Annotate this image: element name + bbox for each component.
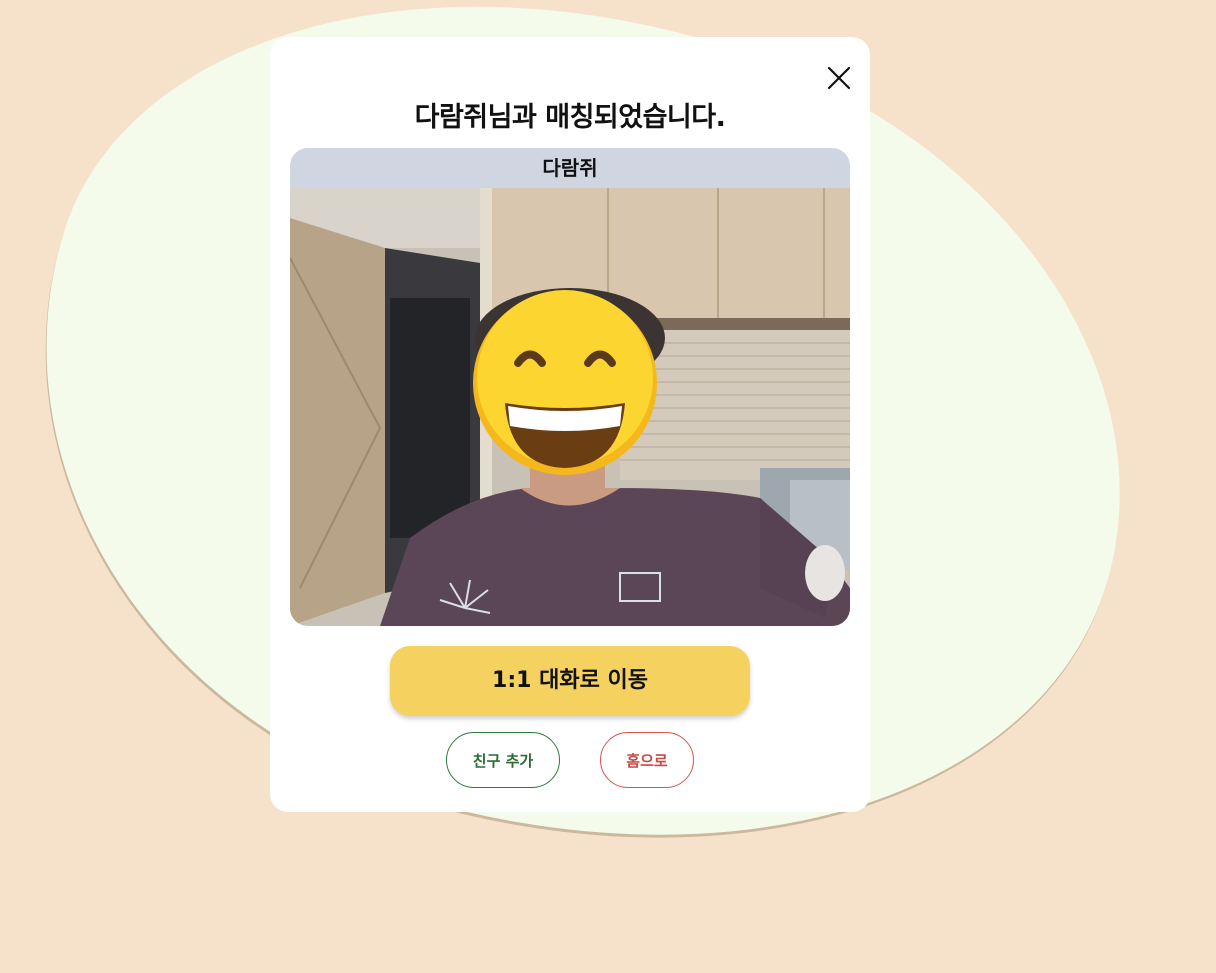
add-friend-button[interactable]: 친구 추가 — [446, 732, 560, 788]
go-to-chat-button[interactable]: 1:1 대화로 이동 — [390, 646, 750, 716]
close-button[interactable] — [825, 64, 853, 92]
grinning-face-emoji-icon — [473, 290, 657, 475]
match-title: 다람쥐님과 매칭되었습니다. — [414, 102, 726, 133]
close-icon — [827, 66, 851, 90]
match-modal: 다람쥐님과 매칭되었습니다. 다람쥐 1:1 대화로 이동 친구 추가 홈으로 — [270, 37, 870, 812]
video-card: 다람쥐 — [290, 148, 850, 626]
home-button[interactable]: 홈으로 — [600, 732, 694, 788]
camera-video — [290, 188, 850, 626]
participant-name: 다람쥐 — [290, 148, 850, 188]
